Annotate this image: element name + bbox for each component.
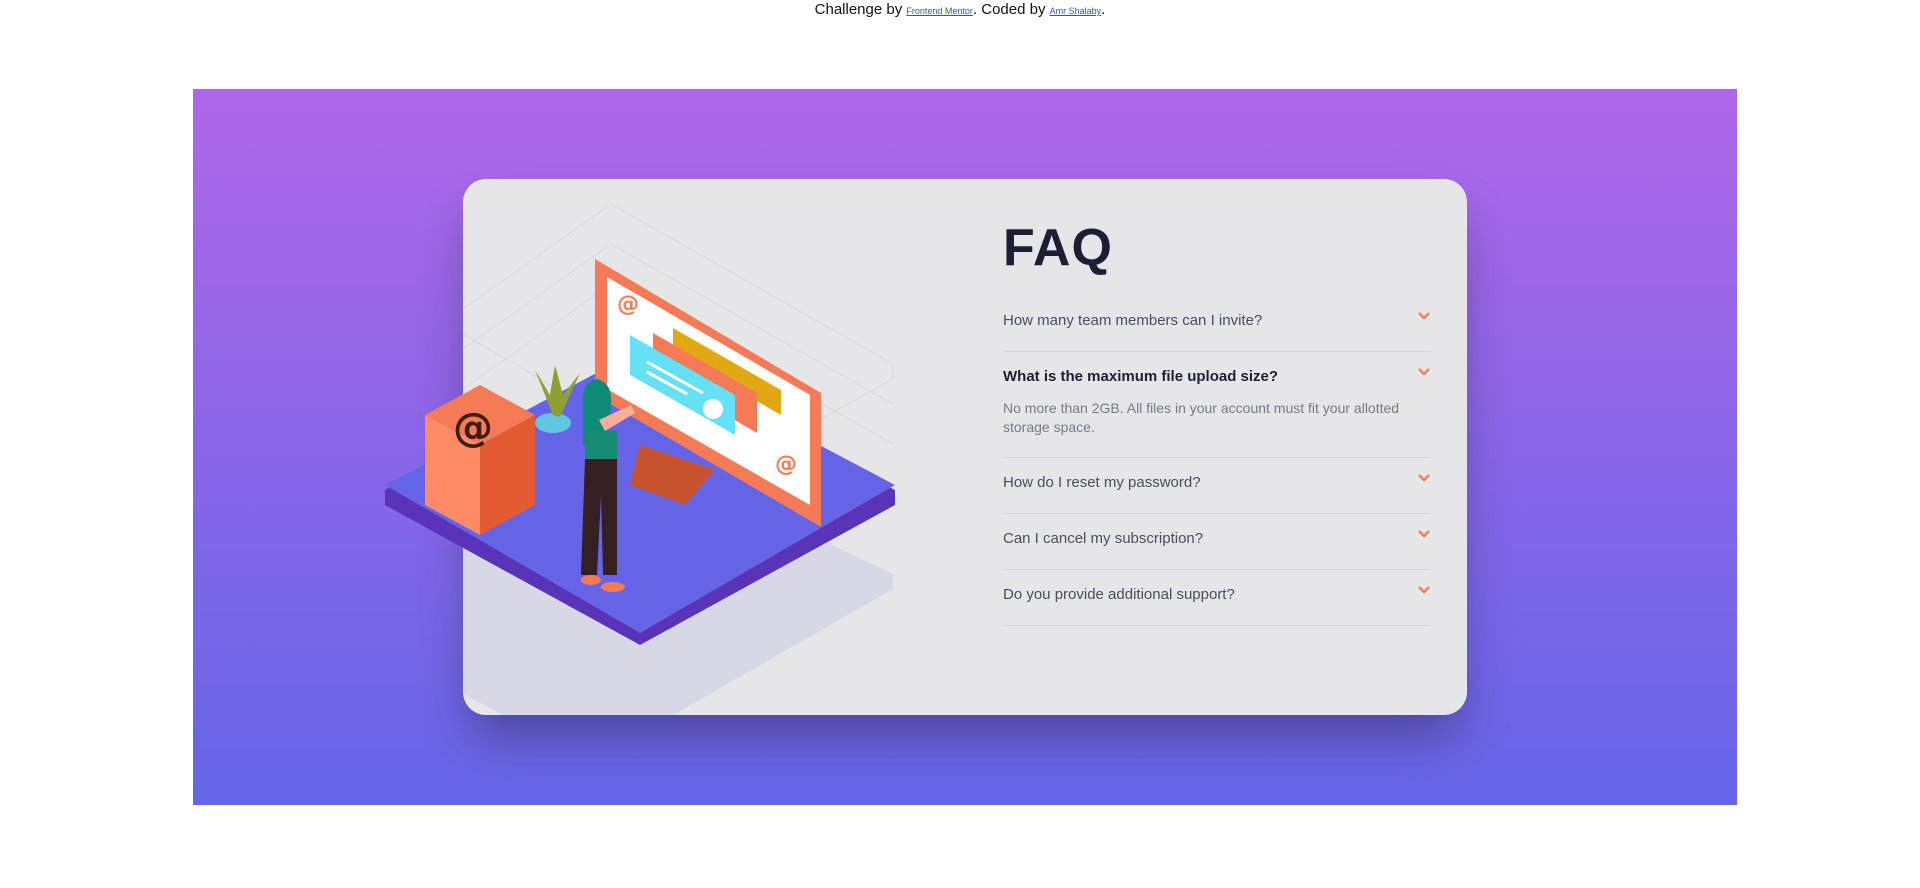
- attribution-prefix: Challenge by: [814, 1, 903, 18]
- faq-item-open[interactable]: What is the maximum file upload size? No…: [1003, 352, 1431, 458]
- frontend-mentor-link[interactable]: Frontend Mentor: [906, 6, 973, 16]
- faq-item[interactable]: Can I cancel my subscription?: [1003, 514, 1431, 570]
- faq-question[interactable]: How many team members can I invite?: [1003, 311, 1431, 331]
- faq-question[interactable]: Do you provide additional support?: [1003, 585, 1431, 605]
- faq-question[interactable]: How do I reset my password?: [1003, 473, 1431, 493]
- faq-question[interactable]: Can I cancel my subscription?: [1003, 529, 1431, 549]
- faq-item[interactable]: How do I reset my password?: [1003, 458, 1431, 514]
- faq-answer: No more than 2GB. All files in your acco…: [1003, 400, 1400, 435]
- woman-online-illustration: @ @ @: [385, 259, 895, 645]
- monitor-at-icon-2: @: [775, 452, 797, 477]
- faq-item[interactable]: Do you provide additional support?: [1003, 570, 1431, 626]
- author-link[interactable]: Amr Shalaby: [1050, 6, 1102, 16]
- attribution-suffix: .: [1101, 1, 1106, 18]
- faq-section: FAQ How many team members can I invite? …: [1003, 222, 1431, 626]
- chevron-down-icon[interactable]: [1417, 527, 1431, 541]
- attribution-middle: . Coded by: [972, 1, 1046, 18]
- faq-title: FAQ: [1003, 219, 1113, 277]
- chevron-down-icon[interactable]: [1417, 583, 1431, 597]
- faq-question[interactable]: What is the maximum file upload size?: [1003, 367, 1431, 387]
- faq-item[interactable]: How many team members can I invite?: [1003, 296, 1431, 352]
- monitor-at-icon-1: @: [617, 292, 639, 317]
- attribution: Challenge by Frontend Mentor. Coded by A…: [0, 0, 1920, 21]
- box-at-icon: @: [453, 405, 493, 451]
- chevron-down-icon[interactable]: [1417, 471, 1431, 485]
- chevron-down-icon[interactable]: [1417, 365, 1431, 379]
- chevron-down-icon[interactable]: [1417, 309, 1431, 323]
